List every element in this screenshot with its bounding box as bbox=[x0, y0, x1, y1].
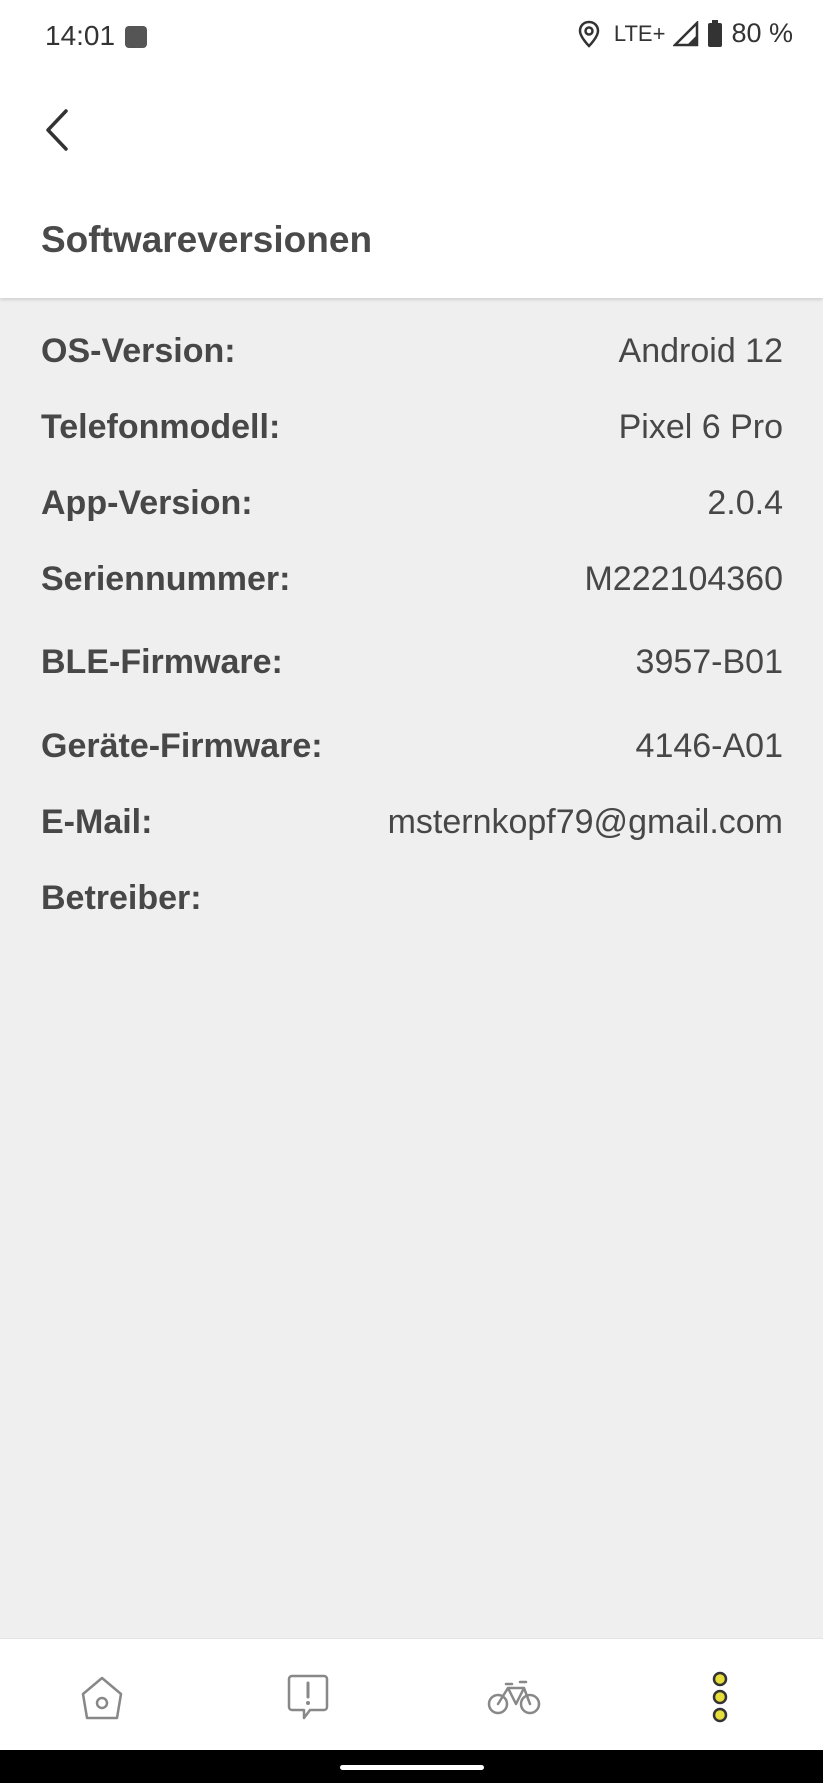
location-icon bbox=[578, 20, 600, 48]
page-title: Softwareversionen bbox=[41, 219, 373, 260]
info-label: OS-Version: bbox=[41, 332, 236, 370]
app-header: Softwareversionen bbox=[0, 76, 823, 298]
info-value: 3957-B01 bbox=[635, 643, 783, 681]
battery-percent: 80 % bbox=[731, 18, 793, 48]
home-icon bbox=[81, 1676, 123, 1720]
info-value: msternkopf79@gmail.com bbox=[387, 803, 783, 841]
info-row-phone-model: Telefonmodell: Pixel 6 Pro bbox=[41, 408, 783, 447]
info-label: App-Version: bbox=[41, 484, 253, 522]
notification-app-icon bbox=[125, 26, 147, 48]
more-icon bbox=[712, 1671, 728, 1723]
nav-alerts[interactable] bbox=[278, 1669, 338, 1725]
chevron-left-icon[interactable] bbox=[38, 105, 78, 155]
bike-icon bbox=[487, 1680, 541, 1715]
info-value: 2.0.4 bbox=[707, 484, 783, 522]
nav-home[interactable] bbox=[72, 1669, 132, 1725]
info-row-os-version: OS-Version: Android 12 bbox=[41, 332, 783, 371]
info-row-app-version: App-Version: 2.0.4 bbox=[41, 484, 783, 523]
nav-more[interactable] bbox=[690, 1669, 750, 1725]
status-bar: 14:01 LTE+ 80 % bbox=[0, 0, 823, 76]
info-label: Seriennummer: bbox=[41, 560, 291, 598]
info-label: Betreiber: bbox=[41, 879, 202, 917]
info-value: M222104360 bbox=[584, 560, 783, 598]
info-row-email: E-Mail: msternkopf79@gmail.com bbox=[41, 803, 783, 842]
info-label: E-Mail: bbox=[41, 803, 153, 841]
info-label: BLE-Firmware: bbox=[41, 643, 283, 681]
info-label: Geräte-Firmware: bbox=[41, 727, 323, 765]
bottom-navigation bbox=[0, 1638, 823, 1751]
info-row-serial-number: Seriennummer: M222104360 bbox=[41, 560, 783, 599]
battery-icon bbox=[708, 19, 723, 47]
network-type: LTE+ bbox=[613, 20, 666, 46]
signal-icon bbox=[673, 20, 699, 46]
info-row-ble-firmware: BLE-Firmware: 3957-B01 bbox=[41, 643, 783, 682]
nav-bike[interactable] bbox=[484, 1669, 544, 1725]
info-value: 4146-A01 bbox=[635, 727, 783, 765]
info-value: Pixel 6 Pro bbox=[618, 408, 783, 446]
system-gesture-area bbox=[0, 1750, 823, 1783]
status-right: LTE+ 80 % bbox=[578, 18, 793, 49]
status-time: 14:01 bbox=[45, 20, 116, 51]
info-label: Telefonmodell: bbox=[41, 408, 281, 446]
alert-icon bbox=[287, 1674, 329, 1720]
home-gesture-handle[interactable] bbox=[340, 1765, 484, 1770]
info-value: Android 12 bbox=[618, 332, 783, 370]
info-row-operator: Betreiber: bbox=[41, 879, 783, 918]
info-row-device-firmware: Geräte-Firmware: 4146-A01 bbox=[41, 727, 783, 766]
